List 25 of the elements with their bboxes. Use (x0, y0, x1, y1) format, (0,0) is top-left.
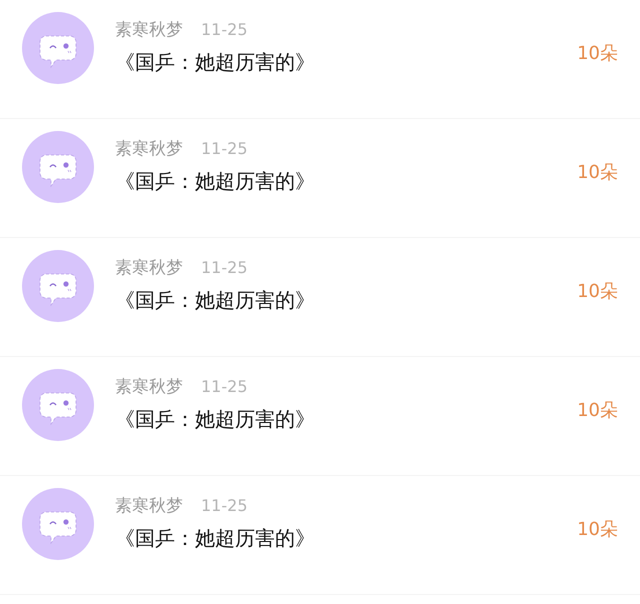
flower-count: 10朵 (577, 399, 618, 422)
post-title: 《国乒：她超历害的》 (115, 287, 316, 314)
post-date: 11-25 (201, 139, 248, 158)
user-name: 素寒秋梦 (115, 495, 183, 517)
post-date: 11-25 (201, 377, 248, 396)
user-name: 素寒秋梦 (115, 257, 183, 279)
user-name: 素寒秋梦 (115, 19, 183, 41)
chat-bubble-avatar-icon (22, 250, 94, 322)
chat-bubble-avatar-icon (22, 488, 94, 560)
chat-bubble-avatar-icon (22, 12, 94, 84)
post-title: 《国乒：她超历害的》 (115, 49, 316, 76)
flower-count: 10朵 (577, 280, 618, 303)
user-name: 素寒秋梦 (115, 138, 183, 160)
chat-bubble-avatar-icon (22, 131, 94, 203)
post-date: 11-25 (201, 20, 248, 39)
flower-count: 10朵 (577, 161, 618, 184)
chat-bubble-avatar-icon (22, 369, 94, 441)
flower-count: 10朵 (577, 42, 618, 65)
post-title: 《国乒：她超历害的》 (115, 406, 316, 433)
flower-count: 10朵 (577, 518, 618, 541)
post-date: 11-25 (201, 496, 248, 515)
user-name: 素寒秋梦 (115, 376, 183, 398)
post-title: 《国乒：她超历害的》 (115, 168, 316, 195)
post-title: 《国乒：她超历害的》 (115, 525, 316, 552)
post-date: 11-25 (201, 258, 248, 277)
